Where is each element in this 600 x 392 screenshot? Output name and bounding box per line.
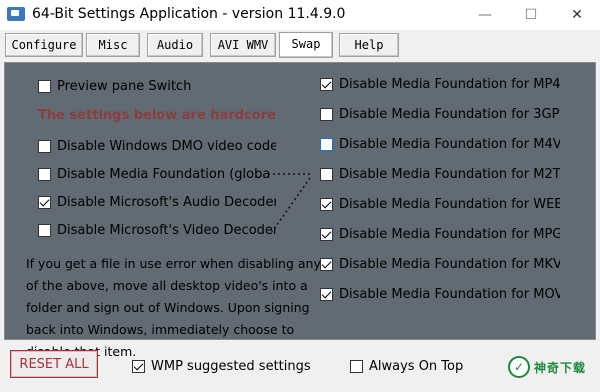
- disable-dmo-checkbox[interactable]: Disable Windows DMO video codec: [38, 136, 276, 156]
- reset-all-button[interactable]: RESET ALL: [10, 350, 98, 378]
- checkbox-label: Disable Windows DMO video codec: [57, 138, 276, 154]
- maximize-button[interactable]: ☐: [508, 0, 554, 30]
- checkbox-box: [320, 257, 333, 271]
- checkbox-box: [350, 359, 363, 373]
- disable-mf-m2ts-checkbox[interactable]: Disable Media Foundation for M2TS: [320, 164, 560, 184]
- disable-mf-webm-checkbox[interactable]: Disable Media Foundation for WEBM: [320, 194, 560, 214]
- checkbox-box: [38, 223, 51, 237]
- checkbox-label: Disable Media Foundation for MP4: [339, 76, 560, 92]
- checkbox-box: [320, 137, 333, 151]
- watermark-text: 神奇下载: [534, 360, 587, 375]
- tab-swap[interactable]: Swap: [279, 32, 333, 58]
- checkbox-label: Disable Media Foundation for M2TS: [339, 166, 560, 182]
- window-title: 64-Bit Settings Application - version 11…: [32, 6, 346, 22]
- checkbox-label: Disable Media Foundation for MOV: [339, 286, 560, 302]
- checkbox-label: Disable Media Foundation for WEBM: [339, 196, 560, 212]
- watermark-icon: ✓: [508, 356, 530, 378]
- tab-help[interactable]: Help: [339, 33, 399, 57]
- disable-mf-mpg-checkbox[interactable]: Disable Media Foundation for MPG: [320, 224, 560, 244]
- wmp-suggested-settings-checkbox[interactable]: WMP suggested settings: [132, 356, 311, 376]
- checkbox-box: [320, 167, 333, 181]
- disable-ms-video-decoder-checkbox[interactable]: Disable Microsoft's Video Decoder: [38, 220, 276, 240]
- tab-misc[interactable]: Misc: [86, 33, 140, 57]
- tab-audio[interactable]: Audio: [147, 33, 203, 57]
- disable-mf-mov-checkbox[interactable]: Disable Media Foundation for MOV: [320, 284, 560, 304]
- watermark-logo: ✓ 神奇下载: [508, 352, 594, 382]
- checkbox-label: Disable Media Foundation for MPG: [339, 226, 560, 242]
- app-icon: [7, 7, 25, 21]
- file-in-use-info: If you get a file in use error when disa…: [26, 256, 321, 359]
- preview-pane-switch-checkbox[interactable]: Preview pane Switch: [38, 76, 191, 96]
- checkbox-box: [320, 197, 333, 211]
- checkbox-label: Preview pane Switch: [57, 78, 192, 94]
- checkbox-box: [320, 107, 333, 121]
- dotted-connector: [268, 173, 312, 233]
- title-bar: 64-Bit Settings Application - version 11…: [0, 0, 600, 30]
- disable-mf-3gp-checkbox[interactable]: Disable Media Foundation for 3GP: [320, 104, 559, 124]
- checkbox-box: [38, 139, 51, 153]
- tab-avi-wmv[interactable]: AVI WMV: [210, 33, 276, 57]
- checkbox-box: [320, 287, 333, 301]
- checkbox-box: [320, 227, 333, 241]
- close-button[interactable]: ✕: [554, 0, 600, 30]
- always-on-top-checkbox[interactable]: Always On Top: [350, 356, 463, 376]
- minimize-button[interactable]: —: [462, 0, 508, 30]
- checkbox-label: WMP suggested settings: [151, 358, 311, 374]
- checkbox-label: Disable Microsoft's Audio Decoder: [57, 194, 276, 210]
- checkbox-label: Disable Microsoft's Video Decoder: [57, 222, 276, 238]
- checkbox-box: [320, 77, 333, 91]
- disable-ms-audio-decoder-checkbox[interactable]: Disable Microsoft's Audio Decoder: [38, 192, 276, 212]
- checkbox-box: [38, 195, 51, 209]
- checkbox-box: [38, 167, 51, 181]
- disable-media-foundation-global-checkbox[interactable]: Disable Media Foundation (globa: [38, 164, 270, 184]
- checkbox-label: Disable Media Foundation (globa: [57, 166, 271, 182]
- disable-mf-mkv-checkbox[interactable]: Disable Media Foundation for MKV: [320, 254, 560, 274]
- checkbox-label: Disable Media Foundation for M4V: [339, 136, 560, 152]
- checkbox-label: Always On Top: [369, 358, 464, 374]
- tab-configure[interactable]: Configure: [5, 33, 83, 57]
- checkbox-label: Disable Media Foundation for MKV: [339, 256, 560, 272]
- hardcore-warning: The settings below are hardcore: [38, 108, 276, 123]
- disable-mf-mp4-checkbox[interactable]: Disable Media Foundation for MP4: [320, 74, 560, 94]
- checkbox-label: Disable Media Foundation for 3GP: [339, 106, 560, 122]
- checkbox-box: [132, 359, 145, 373]
- checkbox-box: [38, 79, 51, 93]
- disable-mf-m4v-checkbox[interactable]: Disable Media Foundation for M4V: [320, 134, 560, 154]
